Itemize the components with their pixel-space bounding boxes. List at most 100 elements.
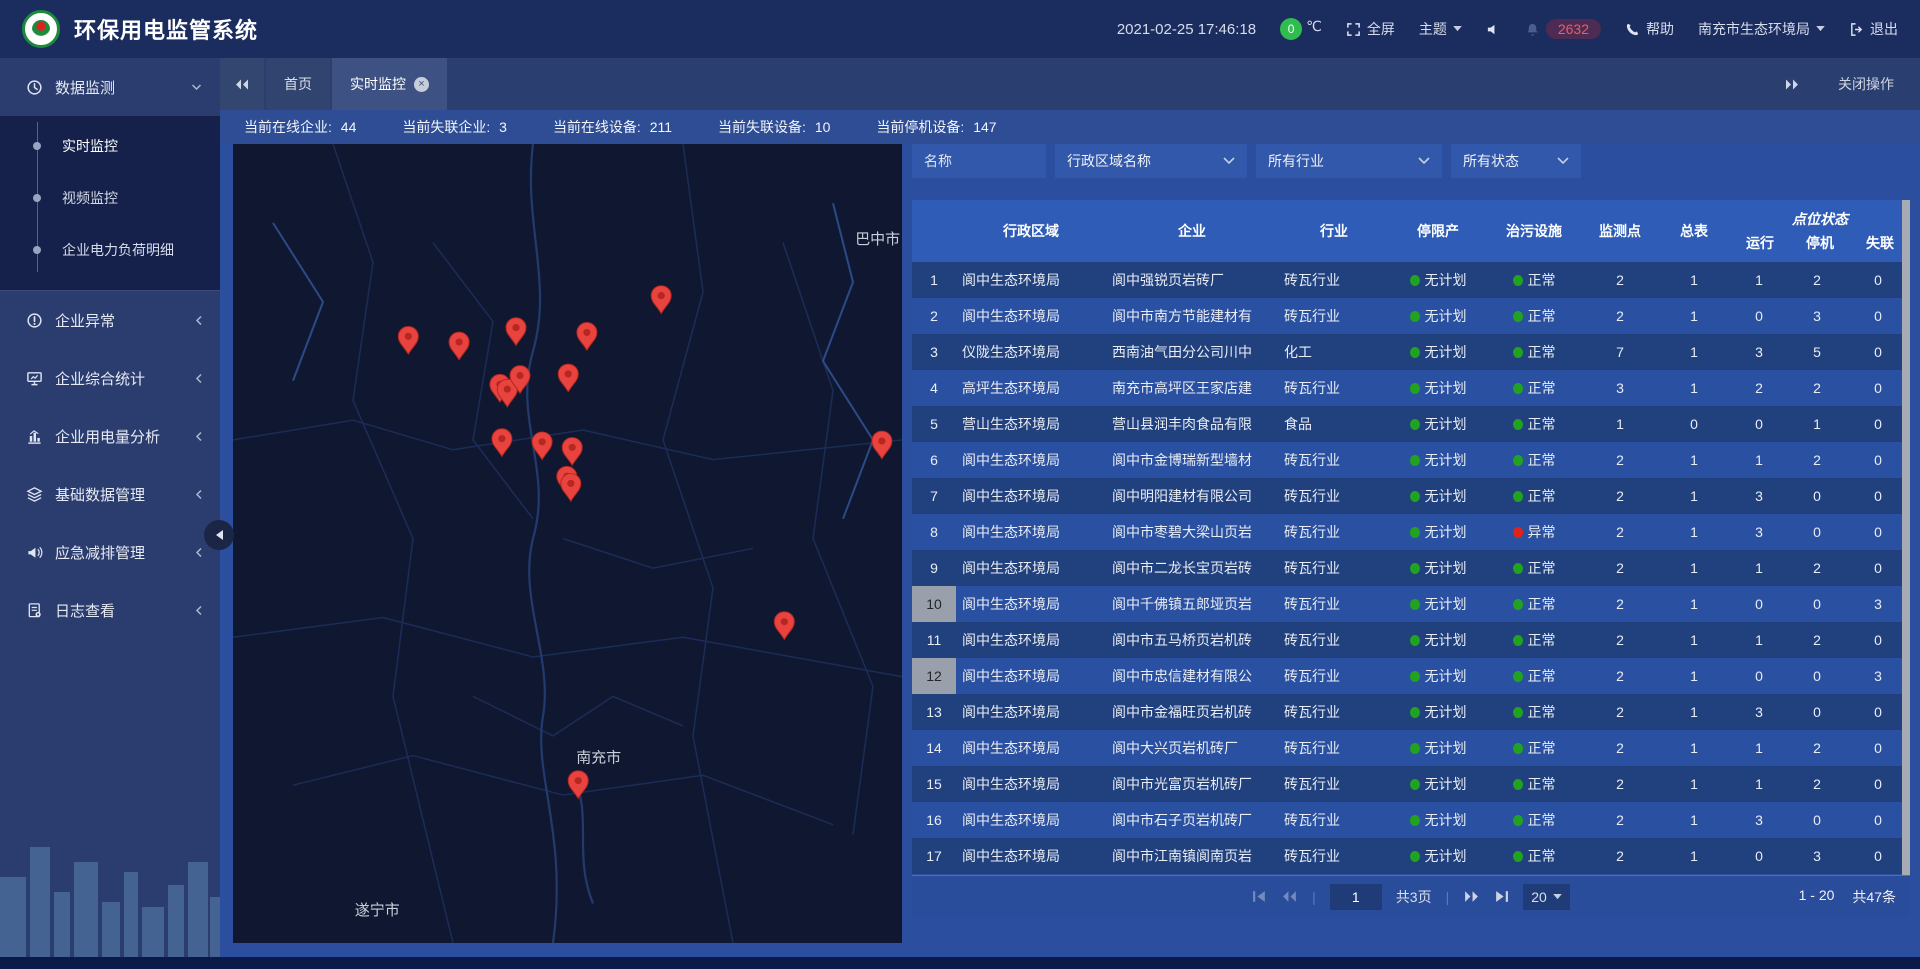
map-pin-icon[interactable]	[558, 364, 578, 392]
map-pin-icon[interactable]	[449, 332, 469, 360]
map-pin-icon[interactable]	[506, 318, 526, 346]
cell-facility-status: 正常	[1486, 810, 1582, 830]
region-filter-select[interactable]: 行政区域名称	[1055, 144, 1247, 178]
last-page-button[interactable]	[1494, 890, 1509, 903]
sidebar-menu-item[interactable]: 企业综合统计	[0, 349, 220, 407]
logout-button[interactable]: 退出	[1849, 19, 1898, 39]
table-scrollbar[interactable]	[1902, 200, 1910, 875]
map-pin-icon[interactable]	[774, 612, 794, 640]
table-row[interactable]: 13 阆中生态环境局 阆中市金福旺页岩机砖 砖瓦行业 无计划 正常 2 1 3 …	[912, 694, 1910, 730]
table-row[interactable]: 16 阆中生态环境局 阆中市石子页岩机砖厂 砖瓦行业 无计划 正常 2 1 3 …	[912, 802, 1910, 838]
table-row[interactable]: 8 阆中生态环境局 阆中市枣碧大梁山页岩 砖瓦行业 无计划 异常 2 1 3 0…	[912, 514, 1910, 550]
total-pages-label: 共3页	[1396, 887, 1432, 907]
sidebar-menu-item[interactable]: 应急减排管理	[0, 523, 220, 581]
map-panel[interactable]: 巴中市南充市遂宁市	[233, 144, 902, 943]
mute-button[interactable]	[1486, 22, 1501, 37]
cell-company: 阆中市金博瑞新型墙材	[1106, 450, 1278, 470]
stat-value: 3	[499, 119, 507, 135]
sidebar-menu-item[interactable]: 企业异常	[0, 291, 220, 349]
tab-bar: 首页 实时监控 × 关闭操作	[220, 58, 1920, 110]
theme-dropdown[interactable]: 主题	[1419, 19, 1462, 39]
sidebar-menu-item[interactable]: 基础数据管理	[0, 465, 220, 523]
bell-icon	[1525, 22, 1540, 37]
chevron-down-icon	[1816, 26, 1825, 32]
cell-region: 阆中生态环境局	[956, 774, 1106, 794]
gauge-icon	[26, 79, 43, 96]
temperature: 0 ℃	[1280, 18, 1322, 40]
cell-lost: 0	[1846, 380, 1910, 396]
sidebar-menu-item[interactable]: 数据监测	[0, 58, 220, 116]
table-row[interactable]: 5 营山生态环境局 营山县润丰肉食品有限 食品 无计划 正常 1 0 0 1 0	[912, 406, 1910, 442]
column-header: 停限产	[1390, 221, 1486, 241]
double-chevron-right-icon[interactable]	[1784, 78, 1800, 91]
column-header: 企业	[1106, 221, 1278, 241]
map-pin-icon[interactable]	[651, 286, 671, 314]
table-row[interactable]: 14 阆中生态环境局 阆中大兴页岩机砖厂 砖瓦行业 无计划 正常 2 1 1 2…	[912, 730, 1910, 766]
table-row[interactable]: 12 阆中生态环境局 阆中市忠信建材有限公 砖瓦行业 无计划 正常 2 1 0 …	[912, 658, 1910, 694]
page-number-input[interactable]	[1330, 884, 1382, 910]
sidebar-collapse-button[interactable]	[204, 520, 234, 550]
map-pin-icon[interactable]	[872, 431, 892, 459]
table-row[interactable]: 2 阆中生态环境局 阆中市南方节能建材有 砖瓦行业 无计划 正常 2 1 0 3…	[912, 298, 1910, 334]
table-row[interactable]: 15 阆中生态环境局 阆中市光富页岩机砖厂 砖瓦行业 无计划 正常 2 1 1 …	[912, 766, 1910, 802]
cell-region: 阆中生态环境局	[956, 846, 1106, 866]
status-filter-select[interactable]: 所有状态	[1451, 144, 1581, 178]
stat-label: 当前在线设备:	[553, 119, 641, 135]
fullscreen-button[interactable]: 全屏	[1346, 19, 1395, 39]
cell-industry: 化工	[1278, 342, 1390, 362]
divider: |	[1446, 889, 1450, 905]
table-row[interactable]: 7 阆中生态环境局 阆中明阳建材有限公司 砖瓦行业 无计划 正常 2 1 3 0…	[912, 478, 1910, 514]
cell-total-meters: 1	[1658, 668, 1730, 684]
cell-industry: 砖瓦行业	[1278, 702, 1390, 722]
map-pin-icon[interactable]	[577, 323, 597, 351]
tab-scroll-left-button[interactable]	[220, 58, 264, 110]
next-page-button[interactable]	[1463, 890, 1480, 903]
status-dot	[1410, 851, 1420, 862]
table-row[interactable]: 11 阆中生态环境局 阆中市五马桥页岩机砖 砖瓦行业 无计划 正常 2 1 1 …	[912, 622, 1910, 658]
cell-limit-status: 无计划	[1390, 270, 1486, 290]
map-pin-icon[interactable]	[492, 429, 512, 457]
sidebar-submenu-item[interactable]: 视频监控	[0, 172, 220, 224]
close-operations-button[interactable]: 关闭操作	[1838, 74, 1894, 94]
status-dot	[1513, 419, 1523, 430]
help-button[interactable]: 帮助	[1625, 19, 1674, 39]
sidebar-submenu-item[interactable]: 实时监控	[0, 120, 220, 172]
first-page-button[interactable]	[1252, 890, 1267, 903]
monitor-panel: 行政区域名称 所有行业 所有状态 行政区域企业行业停限	[912, 144, 1910, 917]
map-pin-icon[interactable]	[398, 326, 418, 354]
user-dropdown[interactable]: 南充市生态环境局	[1698, 19, 1825, 39]
table-row[interactable]: 3 仪陇生态环境局 西南油气田分公司川中 化工 无计划 正常 7 1 3 5 0	[912, 334, 1910, 370]
tab[interactable]: 实时监控 ×	[332, 58, 447, 110]
page-size-select[interactable]: 20	[1523, 884, 1570, 910]
table-row[interactable]: 1 阆中生态环境局 阆中强锐页岩砖厂 砖瓦行业 无计划 正常 2 1 1 2 0	[912, 262, 1910, 298]
cell-stopped: 2	[1788, 560, 1846, 576]
double-chevron-left-icon	[234, 78, 250, 91]
tab[interactable]: 首页	[266, 58, 330, 110]
sidebar-menu-item[interactable]: 企业用电量分析	[0, 407, 220, 465]
row-number: 17	[912, 838, 956, 874]
industry-filter-select[interactable]: 所有行业	[1256, 144, 1442, 178]
sidebar-menu-item[interactable]: 日志查看	[0, 581, 220, 639]
previous-page-button[interactable]	[1281, 890, 1298, 903]
cell-industry: 砖瓦行业	[1278, 630, 1390, 650]
cell-total-meters: 1	[1658, 344, 1730, 360]
map-pin-icon[interactable]	[562, 438, 582, 466]
cell-total-meters: 1	[1658, 632, 1730, 648]
name-filter-input[interactable]	[912, 144, 1046, 178]
table-row[interactable]: 6 阆中生态环境局 阆中市金博瑞新型墙材 砖瓦行业 无计划 正常 2 1 1 2…	[912, 442, 1910, 478]
notifications-button[interactable]: 2632	[1525, 19, 1601, 39]
status-dot	[1513, 563, 1523, 574]
table-row[interactable]: 4 高坪生态环境局 南充市高坪区王家店建 砖瓦行业 无计划 正常 3 1 2 2…	[912, 370, 1910, 406]
filter-bar: 行政区域名称 所有行业 所有状态	[912, 144, 1910, 178]
table-row[interactable]: 17 阆中生态环境局 阆中市江南镇阆南页岩 砖瓦行业 无计划 正常 2 1 0 …	[912, 838, 1910, 874]
sidebar-submenu-item[interactable]: 企业电力负荷明细	[0, 224, 220, 276]
cell-running: 3	[1730, 488, 1788, 504]
map-pin-icon[interactable]	[561, 474, 581, 502]
table-row[interactable]: 10 阆中生态环境局 阆中千佛镇五郎垭页岩 砖瓦行业 无计划 正常 2 1 0 …	[912, 586, 1910, 622]
tab-close-icon[interactable]: ×	[414, 77, 429, 92]
cell-running: 3	[1730, 344, 1788, 360]
cell-region: 营山生态环境局	[956, 414, 1106, 434]
cell-company: 阆中千佛镇五郎垭页岩	[1106, 594, 1278, 614]
chevron-down-icon	[1453, 26, 1462, 32]
table-row[interactable]: 9 阆中生态环境局 阆中市二龙长宝页岩砖 砖瓦行业 无计划 正常 2 1 1 2…	[912, 550, 1910, 586]
